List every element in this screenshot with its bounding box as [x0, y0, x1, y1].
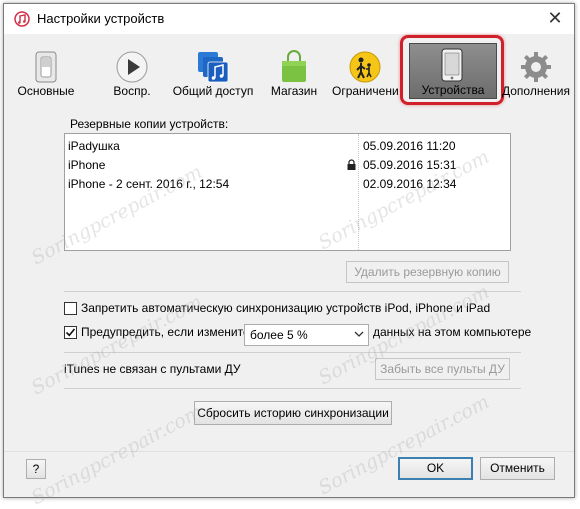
- backup-name: iPhone: [68, 158, 106, 172]
- tab-general[interactable]: Основные: [12, 38, 80, 98]
- tab-store[interactable]: Магазин: [264, 38, 324, 98]
- forget-remotes-button[interactable]: Забыть все пульты ДУ: [375, 358, 510, 380]
- selected-tab-highlight: Устройства: [400, 35, 504, 105]
- warn-threshold-select[interactable]: более 5 %: [244, 324, 369, 346]
- warn-label: Предупредить, если изменится: [81, 325, 256, 339]
- tab-playback[interactable]: Воспр.: [102, 38, 162, 98]
- backup-date: 02.09.2016 12:34: [363, 177, 457, 191]
- help-button[interactable]: ?: [26, 459, 46, 479]
- list-item[interactable]: iPadушка 05.09.2016 11:20: [65, 137, 510, 156]
- backups-list[interactable]: iPadушка 05.09.2016 11:20 iPhone 05.09.2…: [64, 133, 511, 251]
- backup-date: 05.09.2016 11:20: [363, 139, 456, 153]
- warn-checkbox[interactable]: [64, 326, 77, 339]
- divider: [64, 291, 521, 292]
- remote-status: iTunes не связан с пультами ДУ: [64, 362, 241, 376]
- tab-general-label: Основные: [17, 84, 75, 98]
- tab-advanced-label: Дополнения: [502, 84, 570, 98]
- lock-icon: [347, 159, 356, 170]
- footer-divider: [4, 451, 574, 452]
- tab-sharing-label: Общий доступ: [172, 84, 254, 98]
- divider: [64, 388, 521, 389]
- cancel-button[interactable]: Отменить: [480, 457, 555, 480]
- chevron-down-icon: [354, 331, 364, 337]
- tab-devices-label: Устройства: [421, 83, 485, 97]
- shopping-bag-icon: [282, 50, 306, 82]
- warn-threshold-value: более 5 %: [250, 328, 308, 342]
- list-item[interactable]: iPhone - 2 сент. 2016 г., 12:54 02.09.20…: [65, 175, 510, 194]
- backup-name: iPadушка: [68, 139, 120, 153]
- warn-label-suffix: данных на этом компьютере: [373, 325, 532, 339]
- reset-sync-history-button[interactable]: Сбросить историю синхронизации: [194, 401, 392, 425]
- tab-restrictions-label: Ограничени: [332, 84, 398, 98]
- title-bar: Настройки устройств ✕: [4, 4, 574, 34]
- switch-icon: [35, 51, 57, 83]
- iphone-icon: [441, 48, 463, 82]
- prevent-sync-label: Запретить автоматическую синхронизацию у…: [81, 301, 491, 315]
- tab-devices[interactable]: Устройства: [409, 43, 497, 99]
- watermark: Soringpcrepair.com: [27, 400, 206, 509]
- gear-icon: [521, 52, 551, 82]
- backup-name: iPhone - 2 сент. 2016 г., 12:54: [68, 177, 230, 191]
- tab-sharing[interactable]: Общий доступ: [172, 38, 254, 98]
- preferences-toolbar: Основные Воспр. Общий доступ Магазин Огр…: [4, 34, 574, 105]
- shared-music-icon: [198, 52, 229, 83]
- settings-window: Настройки устройств ✕ Основные Воспр. Об…: [3, 3, 575, 509]
- backup-date: 05.09.2016 15:31: [363, 158, 457, 172]
- parental-controls-icon: [349, 51, 381, 83]
- tab-restrictions[interactable]: Ограничени: [332, 38, 398, 98]
- window-title: Настройки устройств: [37, 11, 165, 26]
- tab-store-label: Магазин: [270, 84, 318, 98]
- list-item[interactable]: iPhone 05.09.2016 15:31: [65, 156, 510, 175]
- play-icon: [116, 51, 148, 83]
- close-icon[interactable]: ✕: [546, 9, 564, 27]
- tab-playback-label: Воспр.: [113, 84, 151, 98]
- checkmark-icon: [65, 328, 76, 337]
- divider: [64, 352, 521, 353]
- ok-button[interactable]: OK: [398, 457, 473, 480]
- delete-backup-button[interactable]: Удалить резервную копию: [346, 261, 509, 283]
- backups-heading: Резервные копии устройств:: [70, 117, 229, 131]
- prevent-sync-checkbox[interactable]: [64, 302, 77, 315]
- itunes-icon: [14, 11, 30, 27]
- tab-advanced[interactable]: Дополнения: [500, 38, 572, 98]
